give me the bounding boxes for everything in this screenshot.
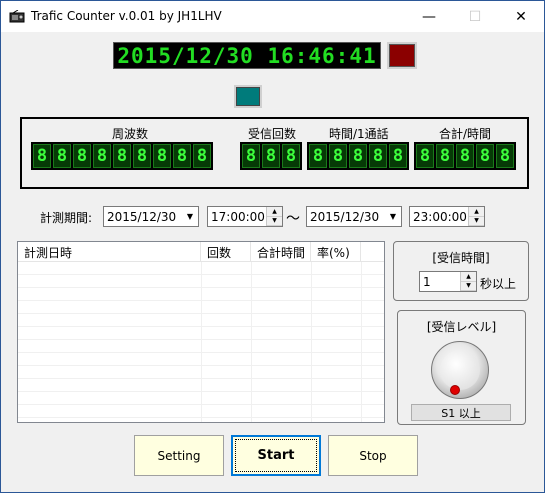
total-time-digit: 8 [496,144,514,168]
app-icon [9,10,25,23]
minimize-icon: — [422,8,436,25]
results-list[interactable]: 計測日時 回数 合計時間 率(%) [17,241,385,423]
start-date-picker[interactable]: 2015/12/30 ▼ [103,206,199,227]
stop-button[interactable]: Stop [328,435,418,476]
recv-time-group: [受信時間] 1 ▲ ▼ 秒以上 [393,241,529,301]
freq-display: 888888888 [31,142,213,170]
recv-count-label: 受信回数 [248,127,297,141]
spin-up-icon[interactable]: ▲ [267,207,282,217]
freq-digit: 8 [113,144,131,168]
spin-down-icon[interactable]: ▼ [267,216,282,226]
freq-digit: 8 [193,144,211,168]
time-per-call-digit: 8 [369,144,387,168]
end-time-value: 23:00:00 [413,209,467,224]
end-date-picker[interactable]: 2015/12/30 ▼ [306,206,402,227]
window-title: Trafic Counter v.0.01 by JH1LHV [31,9,222,23]
freq-digit: 8 [73,144,91,168]
freq-digit: 8 [133,144,151,168]
start-button[interactable]: Start [231,435,321,476]
recv-time-spinner[interactable]: 1 ▲ ▼ [419,271,477,292]
counter-panel: 周波数 888888888 受信回数 888 時間/1通話 88888 合計/時… [20,117,529,189]
period-separator: ～ [286,211,300,227]
end-time-spinner[interactable]: 23:00:00 ▲ ▼ [409,206,485,227]
list-grid [18,262,384,422]
maximize-icon: ☐ [468,8,482,25]
time-per-call-digit: 8 [309,144,327,168]
spin-up-icon[interactable]: ▲ [461,272,476,282]
recv-count-display: 888 [240,142,302,170]
start-time-value: 17:00:00 [211,209,265,224]
total-time-digit: 8 [416,144,434,168]
freq-digit: 8 [53,144,71,168]
close-button[interactable]: ✕ [498,1,544,32]
freq-digit: 8 [153,144,171,168]
recv-count-digit: 8 [262,144,280,168]
spin-down-icon[interactable]: ▼ [461,281,476,291]
recv-count-digit: 8 [282,144,300,168]
column-header-datetime[interactable]: 計測日時 [18,242,201,262]
recv-time-title: [受信時間] [432,251,490,265]
start-time-spinner[interactable]: 17:00:00 ▲ ▼ [207,206,283,227]
time-per-call-digit: 8 [389,144,407,168]
title-bar: Trafic Counter v.0.01 by JH1LHV — ☐ ✕ [1,1,544,32]
total-time-display: 88888 [414,142,516,170]
recv-time-unit: 秒以上 [480,277,517,291]
column-header-rate[interactable]: 率(%) [311,242,361,262]
spin-up-icon[interactable]: ▲ [469,207,484,217]
total-time-label: 合計/時間 [439,127,492,141]
level-button[interactable]: S1 以上 [411,404,511,421]
time-per-call-digit: 8 [349,144,367,168]
chevron-down-icon[interactable]: ▼ [385,207,401,226]
column-header-total-time[interactable]: 合計時間 [251,242,311,262]
chevron-down-icon[interactable]: ▼ [182,207,198,226]
minimize-button[interactable]: — [406,1,452,32]
setting-button[interactable]: Setting [134,435,224,476]
freq-digit: 8 [33,144,51,168]
list-header: 計測日時 回数 合計時間 率(%) [18,242,384,262]
clock-display: 2015/12/30 16:46:41 [113,42,381,69]
status-indicator-red [387,42,417,69]
time-per-call-digit: 8 [329,144,347,168]
time-per-call-display: 88888 [307,142,409,170]
total-time-digit: 8 [456,144,474,168]
freq-label: 周波数 [112,127,149,141]
level-knob[interactable] [431,341,489,399]
close-icon: ✕ [515,8,527,25]
period-label: 計測期間: [40,211,93,225]
status-indicator-teal [234,85,262,108]
maximize-button[interactable]: ☐ [452,1,498,32]
recv-level-title: [受信レベル] [426,320,497,334]
end-date-value: 2015/12/30 [310,209,380,224]
freq-digit: 8 [93,144,111,168]
recv-level-group: [受信レベル] S1 以上 [397,310,526,425]
time-per-call-label: 時間/1通話 [329,127,389,141]
total-time-digit: 8 [476,144,494,168]
freq-digit: 8 [173,144,191,168]
start-date-value: 2015/12/30 [107,209,177,224]
spin-down-icon[interactable]: ▼ [469,216,484,226]
app-window: Trafic Counter v.0.01 by JH1LHV — ☐ ✕ 20… [0,0,545,493]
recv-time-value: 1 [423,274,431,289]
knob-indicator-icon [450,385,460,395]
recv-count-digit: 8 [242,144,260,168]
total-time-digit: 8 [436,144,454,168]
column-header-count[interactable]: 回数 [201,242,251,262]
